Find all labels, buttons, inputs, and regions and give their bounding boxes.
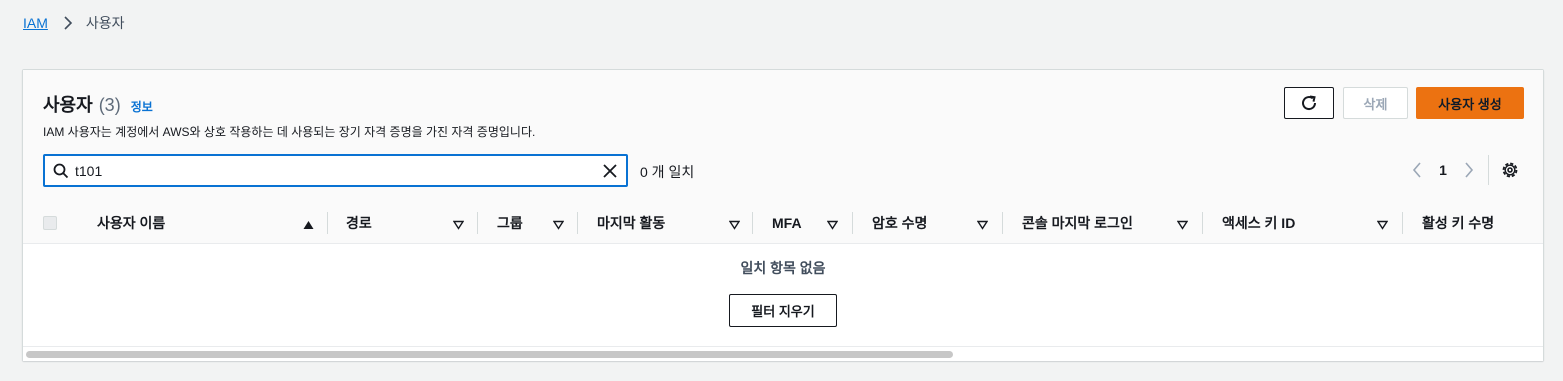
search-icon [53, 163, 69, 184]
delete-button[interactable]: 삭제 [1343, 87, 1408, 119]
match-count: 0 개 일치 [640, 164, 695, 180]
column-header-active-key-age[interactable]: 활성 키 수명 [1422, 202, 1544, 244]
breadcrumb-current: 사용자 [85, 15, 125, 31]
gear-icon[interactable] [1501, 161, 1519, 184]
horizontal-scrollbar[interactable] [23, 346, 1543, 361]
create-user-button[interactable]: 사용자 생성 [1416, 87, 1524, 119]
next-page-icon[interactable] [1457, 158, 1481, 182]
divider [1488, 155, 1489, 185]
page-description: IAM 사용자는 계정에서 AWS와 상호 작용하는 데 사용되는 장기 자격 … [43, 125, 536, 139]
sort-icon[interactable] [976, 217, 989, 233]
column-header-groups[interactable]: 그룹 [497, 202, 597, 244]
column-resizer[interactable] [852, 212, 853, 234]
sort-icon[interactable] [452, 217, 465, 233]
page-title: 사용자 [43, 95, 93, 115]
column-header-mfa[interactable]: MFA [772, 202, 872, 244]
column-resizer[interactable] [752, 212, 753, 234]
sort-icon[interactable] [728, 217, 741, 233]
clear-search-icon[interactable] [601, 162, 619, 185]
column-header-path[interactable]: 경로 [346, 202, 471, 244]
column-resizer[interactable] [1402, 212, 1403, 234]
user-count: (3) [98, 95, 121, 115]
column-resizer[interactable] [327, 212, 328, 234]
table-header-section: 사용자 (3) 정보 IAM 사용자는 계정에서 AWS와 상호 작용하는 데 … [23, 70, 1543, 202]
column-header-user-name[interactable]: 사용자 이름 [97, 202, 317, 244]
sort-ascending-icon[interactable] [303, 217, 314, 233]
sort-icon[interactable] [552, 217, 565, 233]
refresh-icon [1302, 95, 1317, 111]
sort-icon[interactable] [1176, 217, 1189, 233]
info-link[interactable]: 정보 [131, 98, 153, 115]
clear-filter-button[interactable]: 필터 지우기 [729, 294, 837, 327]
search-input[interactable] [75, 156, 595, 185]
sort-icon[interactable] [826, 217, 839, 233]
column-header-console-last-sign-in[interactable]: 콘솔 마지막 로그인 [1022, 202, 1222, 244]
pagination: 1 [1405, 158, 1481, 182]
sort-icon[interactable] [1376, 217, 1389, 233]
column-resizer[interactable] [1202, 212, 1203, 234]
breadcrumb-iam-link[interactable]: IAM [23, 15, 48, 31]
column-header-access-key-id[interactable]: 액세스 키 ID [1222, 202, 1422, 244]
search-field[interactable] [43, 154, 628, 187]
current-page-number[interactable]: 1 [1433, 162, 1453, 178]
column-resizer[interactable] [577, 212, 578, 234]
chevron-right-icon [56, 16, 80, 30]
column-resizer[interactable] [1002, 212, 1003, 234]
empty-state-message: 일치 항목 없음 [740, 260, 826, 276]
scrollbar-thumb[interactable] [26, 351, 953, 358]
previous-page-icon[interactable] [1405, 158, 1429, 182]
refresh-button[interactable] [1284, 87, 1334, 119]
select-all-checkbox[interactable] [43, 216, 57, 230]
column-header-password-age[interactable]: 암호 수명 [872, 202, 1022, 244]
users-table-container: 사용자 (3) 정보 IAM 사용자는 계정에서 AWS와 상호 작용하는 데 … [22, 69, 1544, 361]
breadcrumb: IAM 사용자 [23, 13, 125, 33]
table-head: 사용자 이름 경로 그룹 마지막 활동 MFA 암호 수명 콘솔 마지막 로그인… [23, 202, 1543, 244]
column-header-last-activity[interactable]: 마지막 활동 [597, 202, 772, 244]
column-resizer[interactable] [477, 212, 478, 234]
